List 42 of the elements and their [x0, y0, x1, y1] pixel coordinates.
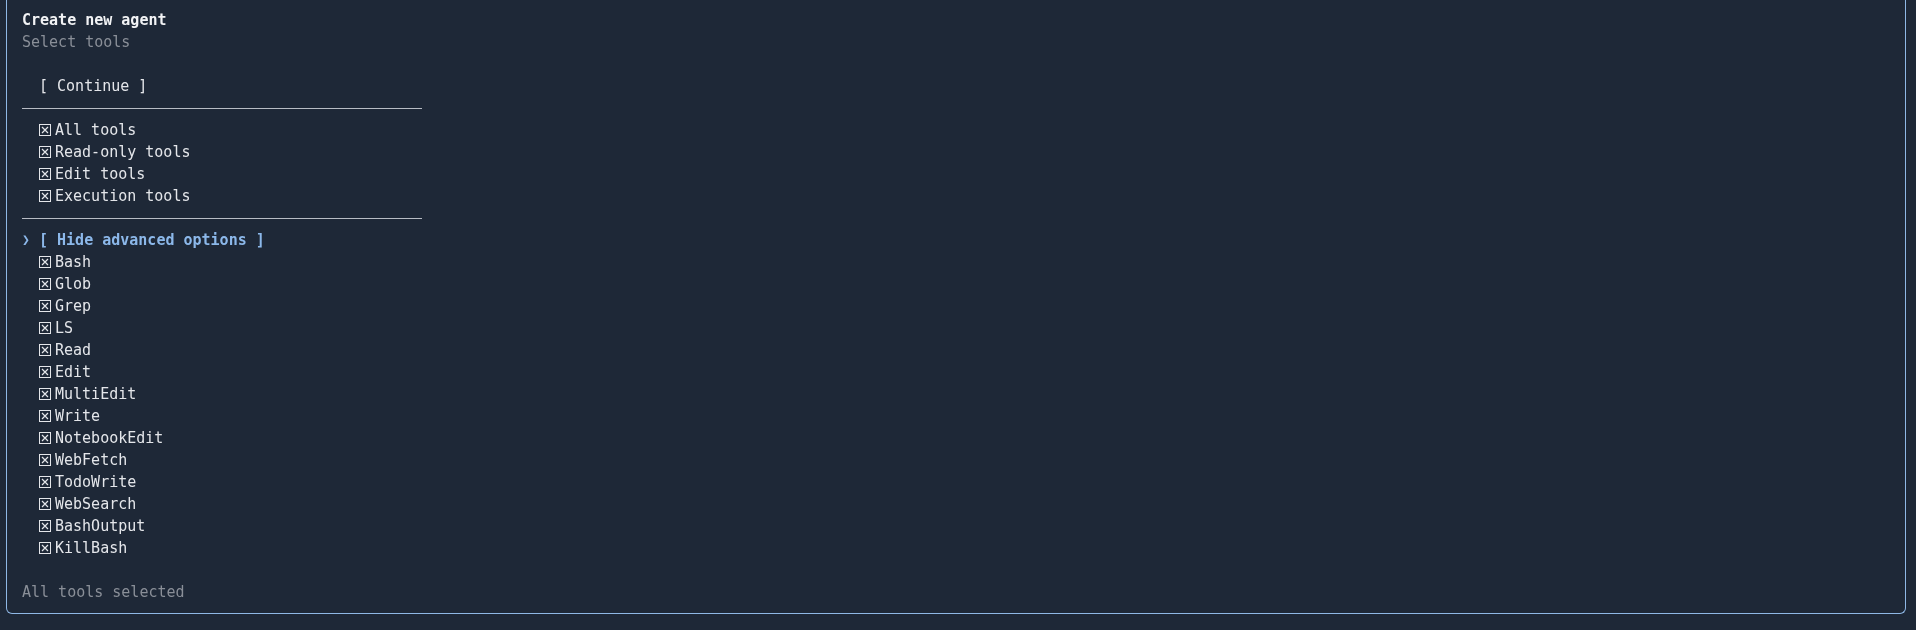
status-text: All tools selected [22, 582, 185, 603]
checkbox-icon[interactable] [39, 322, 51, 334]
tool-label: Edit [55, 362, 92, 383]
dialog-title: Create new agent [22, 10, 167, 31]
tool-label: MultiEdit [55, 384, 137, 405]
tool-label: Edit tools [55, 164, 146, 185]
checkbox-icon[interactable] [39, 520, 51, 532]
tool-label: NotebookEdit [55, 428, 164, 449]
checkbox-icon[interactable] [39, 190, 51, 202]
checkbox-icon[interactable] [39, 344, 51, 356]
tool-label: Read [55, 340, 92, 361]
checkbox-icon[interactable] [39, 498, 51, 510]
tool-label: KillBash [55, 538, 128, 559]
checkbox-icon[interactable] [39, 476, 51, 488]
checkbox-icon[interactable] [39, 146, 51, 158]
checkbox-icon[interactable] [39, 388, 51, 400]
checkbox-icon[interactable] [39, 454, 51, 466]
tool-label: Glob [55, 274, 92, 295]
advanced-options-toggle[interactable]: [ Hide advanced options ] [39, 229, 265, 251]
tool-label: BashOutput [55, 516, 146, 537]
checkbox-icon[interactable] [39, 168, 51, 180]
checkbox-icon[interactable] [39, 542, 51, 554]
tool-label: TodoWrite [55, 472, 137, 493]
checkbox-icon[interactable] [39, 366, 51, 378]
tool-label: WebSearch [55, 494, 137, 515]
checkbox-icon[interactable] [39, 300, 51, 312]
tool-label: Write [55, 406, 101, 427]
tool-label: WebFetch [55, 450, 128, 471]
checkbox-icon[interactable] [39, 124, 51, 136]
tool-label: LS [55, 318, 74, 339]
checkbox-icon[interactable] [39, 410, 51, 422]
tool-label: Execution tools [55, 186, 191, 207]
checkbox-icon[interactable] [39, 432, 51, 444]
tool-label: Grep [55, 296, 92, 317]
tool-label: Bash [55, 252, 92, 273]
checkbox-icon[interactable] [39, 278, 51, 290]
tool-label: Read-only tools [55, 142, 191, 163]
tool-label: All tools [55, 120, 137, 141]
dialog-subtitle: Select tools [22, 32, 131, 53]
pointer-glyph: ❯ [22, 231, 31, 249]
continue-button[interactable]: [ Continue ] [39, 75, 148, 97]
checkbox-icon[interactable] [39, 256, 51, 268]
